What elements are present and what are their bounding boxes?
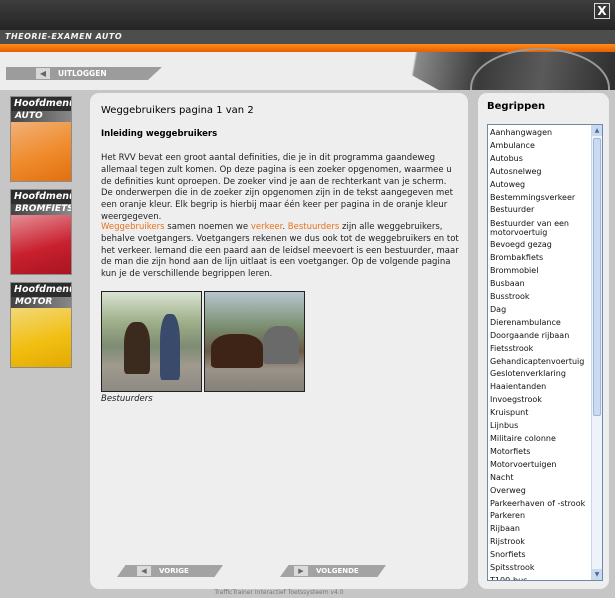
term-item[interactable]: Militaire colonne [490,433,590,446]
motorcycle-image [11,308,71,367]
term-item[interactable]: Gehandicaptenvoertuig [490,356,590,369]
menu-tile-label: Hoofdmenu [11,97,71,111]
carriage-figure [263,326,299,364]
term-item[interactable]: Autobus [490,153,590,166]
term-item[interactable]: Dag [490,304,590,317]
term-item[interactable]: Rijstrook [490,536,590,549]
photo-horse-walker [101,291,202,392]
menu-tile-bromfiets[interactable]: Hoofdmenu BROMFIETS [10,189,72,275]
paragraph-text: samen noemen we [164,222,251,232]
term-items: Aanhangwagen Ambulance Autobus Autosnelweg A… [490,127,590,580]
term-item[interactable]: Nacht [490,472,590,485]
term-item[interactable]: Parkeren [490,510,590,523]
content-panel: Weggebruikers pagina 1 van 2 Inleiding w… [90,93,468,589]
term-item[interactable]: Aanhangwagen [490,127,590,140]
horses-figure [211,334,263,368]
close-button[interactable]: X [594,3,610,19]
list-scrollbar[interactable]: ▲ ▼ [591,125,602,580]
menu-tile-label: Hoofdmenu [11,190,71,204]
term-item[interactable]: Rijbaan [490,523,590,536]
term-item[interactable]: Busbaan [490,278,590,291]
logout-button[interactable]: ◀ UITLOGGEN [6,67,162,80]
term-item[interactable]: Doorgaande rijbaan [490,330,590,343]
term-item[interactable]: Dierenambulance [490,317,590,330]
begrippen-panel: Begrippen Aanhangwagen Ambulance Autobus Au… [478,93,609,589]
term-item[interactable]: Autosnelweg [490,166,590,179]
definition-paragraph: Weggebruikers samen noemen we verkeer. B… [101,222,459,281]
car-image [11,122,71,181]
section-heading: Inleiding weggebruikers [101,129,218,139]
menu-tile-auto[interactable]: Hoofdmenu AUTO [10,96,72,182]
intro-paragraph: Het RVV bevat een groot aantal definitie… [101,153,453,222]
menu-tile-label: Hoofdmenu [11,283,71,297]
menu-tile-category: MOTOR [11,297,71,308]
term-item[interactable]: Parkeerhaven of -strook [490,497,590,510]
term-item[interactable]: Bestuurder [490,204,590,217]
title-bar: THEORIE-EXAMEN AUTO [0,30,615,44]
term-item[interactable]: Geslotenverklaring [490,368,590,381]
term-item[interactable]: Busstrook [490,291,590,304]
begrippen-list[interactable]: Aanhangwagen Ambulance Autobus Autosnelweg A… [487,124,603,581]
footer-text: TrafficTrainer Interactief Toetssysteem … [214,589,344,596]
term-item[interactable]: T100-bus [490,575,590,580]
term-link-weggebruikers[interactable]: Weggebruikers [101,222,165,232]
term-item[interactable]: Brommobiel [490,265,590,278]
previous-label: VORIGE [159,567,189,575]
page-title: Weggebruikers pagina 1 van 2 [101,105,254,116]
prev-arrow-icon: ◀ [137,566,151,576]
term-item[interactable]: Bevoegd gezag [490,239,590,252]
app-title: THEORIE-EXAMEN AUTO [5,32,123,41]
menu-tile-motor[interactable]: Hoofdmenu MOTOR [10,282,72,368]
term-item[interactable]: Bestuurder van een motorvoertuig [490,217,590,239]
person-figure [160,314,180,380]
term-item[interactable]: Autoweg [490,179,590,192]
back-arrow-icon: ◀ [36,68,50,79]
term-item[interactable]: Motorvoertuigen [490,459,590,472]
menu-tile-category: BROMFIETS [11,204,71,215]
scroll-thumb[interactable] [593,138,601,416]
next-button[interactable]: ▶ VOLGENDE [280,565,386,577]
menu-tile-category: AUTO [11,111,71,122]
top-bar [0,0,615,30]
scroll-down-icon[interactable]: ▼ [592,569,602,580]
term-item[interactable]: Snorfiets [490,549,590,562]
term-item[interactable]: Haaientanden [490,381,590,394]
horse-figure [124,322,150,374]
photo-horse-carriage [204,291,305,392]
term-item[interactable]: Fietsstrook [490,343,590,356]
next-arrow-icon: ▶ [294,566,308,576]
term-item[interactable]: Spitsstrook [490,562,590,575]
next-label: VOLGENDE [316,567,359,575]
term-item[interactable]: Overweg [490,485,590,498]
term-item[interactable]: Kruispunt [490,407,590,420]
logout-label: UITLOGGEN [58,69,107,78]
term-item[interactable]: Ambulance [490,140,590,153]
term-link-bestuurders[interactable]: Bestuurders [288,222,340,232]
term-item[interactable]: Lijnbus [490,420,590,433]
previous-button[interactable]: ◀ VORIGE [117,565,223,577]
term-link-verkeer[interactable]: verkeer [251,222,283,232]
photo-caption: Bestuurders [101,394,153,404]
term-item[interactable]: Bestemmingsverkeer [490,192,590,205]
term-item[interactable]: Brombakfiets [490,252,590,265]
term-item[interactable]: Invoegstrook [490,394,590,407]
term-item[interactable]: Motorfiets [490,446,590,459]
begrippen-title: Begrippen [487,101,546,112]
moped-image [11,215,71,274]
scroll-up-icon[interactable]: ▲ [592,125,602,136]
